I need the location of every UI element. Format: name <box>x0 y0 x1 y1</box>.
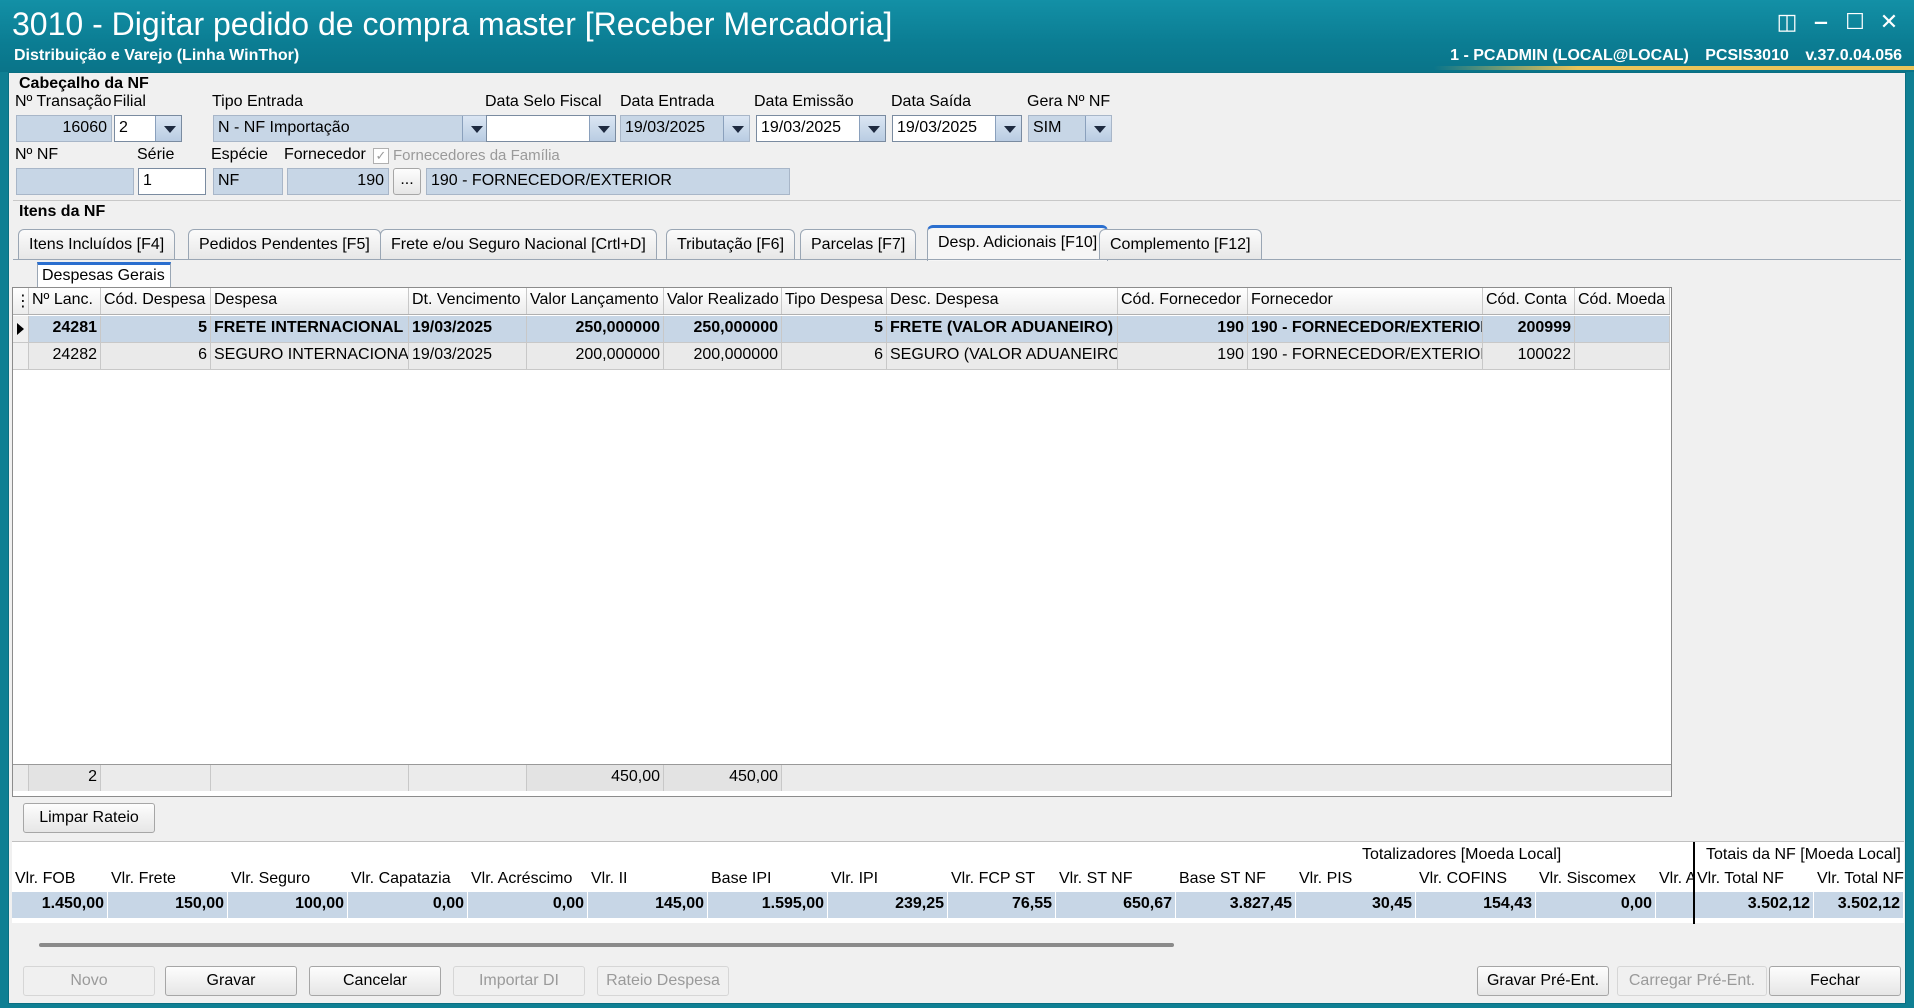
data-saida-label: Data Saída <box>891 93 972 110</box>
minimize-icon[interactable]: ‒ <box>1806 8 1836 36</box>
chevron-down-icon[interactable] <box>1085 116 1111 141</box>
data-emissao-label: Data Emissão <box>754 93 854 110</box>
fornecedor-search-button[interactable]: ... <box>393 168 421 195</box>
maximize-icon[interactable]: ☐ <box>1840 8 1870 36</box>
totals-separator <box>1693 842 1695 924</box>
col-header[interactable]: Fornecedor <box>1248 288 1483 314</box>
session-info: 1 - PCADMIN (LOCAL@LOCAL) PCSIS3010 v.37… <box>1438 47 1902 65</box>
col-header[interactable]: Cód. Fornecedor <box>1118 288 1248 314</box>
items-group-title: Itens da NF <box>19 203 106 220</box>
col-header[interactable]: Tipo Despesa <box>782 288 887 314</box>
cancelar-button[interactable]: Cancelar <box>309 966 441 996</box>
main-form: Cabeçalho da NF Nº Transação 16060 Filia… <box>8 72 1906 1004</box>
table-row[interactable]: 24281 5 FRETE INTERNACIONAL 19/03/2025 2… <box>13 316 1670 343</box>
col-header[interactable]: Cód. Despesa <box>101 288 211 314</box>
totais-nf-title: Totais da NF [Moeda Local] <box>1706 846 1901 863</box>
col-header[interactable]: Cód. Moeda <box>1575 288 1670 314</box>
chevron-down-icon[interactable] <box>589 116 615 141</box>
col-header[interactable]: Valor Lançamento <box>527 288 664 314</box>
table-row[interactable]: 24282 6 SEGURO INTERNACIONAL 19/03/2025 … <box>13 343 1670 370</box>
row-indicator-icon <box>13 316 29 343</box>
rateio-despesa-button[interactable]: Rateio Despesa <box>597 966 729 996</box>
restore-icon[interactable]: ◫ <box>1772 8 1802 36</box>
footer-valor-lancamento: 450,00 <box>527 765 664 791</box>
serie-field[interactable]: 1 <box>138 168 206 195</box>
totals-panel: Totalizadores [Moeda Local] Totais da NF… <box>12 841 1904 924</box>
filial-select[interactable]: 2 <box>114 115 182 142</box>
tab-underline <box>13 259 1901 260</box>
importar-di-button[interactable]: Importar DI <box>453 966 585 996</box>
divider <box>13 200 1901 201</box>
transacao-field[interactable]: 16060 <box>16 115 112 142</box>
fornecedor-label: Fornecedor <box>284 146 366 163</box>
data-emissao-field[interactable]: 19/03/2025 <box>756 115 886 142</box>
header-group-title: Cabeçalho da NF <box>19 75 149 92</box>
data-selo-field[interactable] <box>486 115 616 142</box>
grid-menu-icon[interactable]: ⋮ <box>13 288 29 314</box>
gravar-pre-ent-button[interactable]: Gravar Pré-Ent. <box>1477 966 1609 996</box>
totalizadores-title: Totalizadores [Moeda Local] <box>1362 846 1562 863</box>
chevron-down-icon[interactable] <box>462 116 488 141</box>
close-icon[interactable]: ✕ <box>1874 8 1904 36</box>
despesas-grid: ⋮ Nº Lanc. Cód. Despesa Despesa Dt. Venc… <box>12 287 1672 797</box>
chevron-down-icon[interactable] <box>155 116 181 141</box>
gravar-button[interactable]: Gravar <box>165 966 297 996</box>
data-entrada-label: Data Entrada <box>620 93 715 110</box>
chevron-down-icon[interactable] <box>995 116 1021 141</box>
footer-count: 2 <box>29 765 101 791</box>
chevron-down-icon[interactable] <box>723 116 749 141</box>
fornecedores-familia-label: Fornecedores da Família <box>393 147 560 164</box>
accent-line <box>1434 66 1914 70</box>
chevron-down-icon[interactable] <box>859 116 885 141</box>
version-info: v.37.0.04.056 <box>1805 47 1902 64</box>
tab-desp-adicionais[interactable]: Desp. Adicionais [F10] <box>927 225 1109 261</box>
fornecedor-code-field[interactable]: 190 <box>287 168 389 195</box>
limpar-rateio-button[interactable]: Limpar Rateio <box>23 803 155 833</box>
subtab-despesas-gerais[interactable]: Despesas Gerais <box>37 262 171 288</box>
grid-footer: 2 450,00 450,00 <box>13 764 1671 791</box>
horizontal-scrollbar[interactable] <box>39 943 1174 947</box>
tipo-entrada-label: Tipo Entrada <box>212 93 304 110</box>
filial-label: Filial <box>113 93 146 110</box>
grid-header: ⋮ Nº Lanc. Cód. Despesa Despesa Dt. Venc… <box>13 288 1670 315</box>
title-bar: 3010 - Digitar pedido de compra master [… <box>0 0 1914 72</box>
fechar-button[interactable]: Fechar <box>1769 966 1901 996</box>
tab-pedidos-pendentes[interactable]: Pedidos Pendentes [F5] <box>188 229 381 259</box>
col-header[interactable]: Valor Realizado <box>664 288 782 314</box>
col-header[interactable]: Nº Lanc. <box>29 288 101 314</box>
tab-parcelas[interactable]: Parcelas [F7] <box>800 229 917 259</box>
tab-tributacao[interactable]: Tributação [F6] <box>666 229 796 259</box>
tipo-entrada-select[interactable]: N - NF Importação <box>213 115 489 142</box>
tab-frete-seguro[interactable]: Frete e/ou Seguro Nacional [Crtl+D] <box>380 229 657 259</box>
col-header[interactable]: Dt. Vencimento <box>409 288 527 314</box>
footer-valor-realizado: 450,00 <box>664 765 782 791</box>
transacao-label: Nº Transação <box>15 93 112 110</box>
col-header[interactable]: Desc. Despesa <box>887 288 1118 314</box>
serie-label: Série <box>137 146 175 163</box>
tab-itens-incluidos[interactable]: Itens Incluídos [F4] <box>18 229 176 259</box>
carregar-pre-ent-button[interactable]: Carregar Pré-Ent. <box>1617 966 1767 996</box>
gera-nf-select[interactable]: SIM <box>1028 115 1112 142</box>
window-title: 3010 - Digitar pedido de compra master [… <box>12 6 893 42</box>
especie-field[interactable]: NF <box>213 168 283 195</box>
num-nf-field[interactable] <box>16 168 134 195</box>
col-header[interactable]: Cód. Conta <box>1483 288 1575 314</box>
especie-label: Espécie <box>211 146 268 163</box>
fornecedor-name-field: 190 - FORNECEDOR/EXTERIOR <box>426 168 790 195</box>
gera-nf-label: Gera Nº NF <box>1027 93 1111 110</box>
num-nf-label: Nº NF <box>15 146 59 163</box>
tab-complemento[interactable]: Complemento [F12] <box>1099 229 1262 259</box>
col-header[interactable]: Despesa <box>211 288 409 314</box>
data-entrada-field[interactable]: 19/03/2025 <box>620 115 750 142</box>
data-selo-label: Data Selo Fiscal <box>485 93 602 110</box>
checkbox-icon[interactable]: ✓ <box>373 148 389 164</box>
program-info: PCSIS3010 <box>1705 47 1789 64</box>
totals-values: 1.450,00 150,00 100,00 0,00 0,00 145,00 … <box>12 892 1904 918</box>
window-subtitle: Distribuição e Varejo (Linha WinThor) <box>14 47 300 64</box>
totals-labels: Vlr. FOB Vlr. Frete Vlr. Seguro Vlr. Cap… <box>15 870 1904 887</box>
user-info: 1 - PCADMIN (LOCAL@LOCAL) <box>1450 47 1689 64</box>
data-saida-field[interactable]: 19/03/2025 <box>892 115 1022 142</box>
novo-button[interactable]: Novo <box>23 966 155 996</box>
